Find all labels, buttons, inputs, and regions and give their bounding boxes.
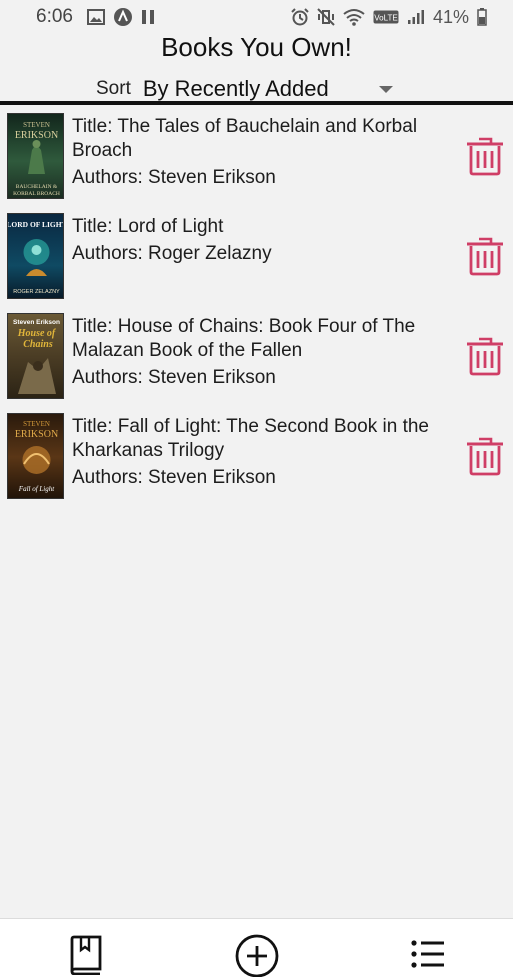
add-circle-icon — [235, 934, 279, 977]
image-icon — [86, 9, 105, 25]
book-info: Title: The Tales of Bauchelain and Korba… — [72, 115, 457, 190]
sort-label: Sort — [96, 78, 131, 99]
book-list-item[interactable]: STEVEN ERIKSON BAUCHELAIN & KORBAL BROAC… — [0, 110, 513, 210]
nav-list-button[interactable] — [411, 939, 445, 974]
vibrate-icon — [317, 8, 335, 26]
book-list-item[interactable]: STEVEN ERIKSON Fall of Light Title: Fall… — [0, 410, 513, 510]
book-cover-image: STEVEN ERIKSON Fall of Light — [7, 413, 64, 499]
app-a-icon — [113, 7, 133, 27]
svg-text:BAUCHELAIN &: BAUCHELAIN & — [16, 184, 58, 190]
svg-text:Fall of Light: Fall of Light — [18, 485, 55, 493]
book-title: Title: The Tales of Bauchelain and Korba… — [72, 116, 418, 161]
header-divider — [0, 101, 513, 105]
status-bar: 6:06 VoLTE 41% — [0, 0, 513, 34]
svg-text:Chains: Chains — [23, 339, 53, 350]
book-info: Title: House of Chains: Book Four of The… — [72, 315, 457, 390]
delete-book-button[interactable] — [466, 236, 504, 276]
svg-text:Steven Erikson: Steven Erikson — [13, 319, 60, 326]
book-info: Title: Lord of Light Authors: Roger Zela… — [72, 215, 457, 266]
book-title: Title: Fall of Light: The Second Book in… — [72, 416, 429, 461]
wifi-icon — [343, 8, 365, 26]
svg-text:House of: House of — [17, 328, 57, 339]
pause-icon — [141, 9, 155, 25]
status-right: VoLTE 41% — [291, 7, 487, 28]
book-info: Title: Fall of Light: The Second Book in… — [72, 415, 457, 490]
svg-text:LORD OF LIGHT: LORD OF LIGHT — [8, 220, 64, 229]
signal-icon — [407, 9, 425, 25]
svg-text:KORBAL BROACH: KORBAL BROACH — [13, 191, 60, 197]
book-cover-image: Steven Erikson House of Chains — [7, 313, 64, 399]
trash-icon — [467, 437, 503, 476]
book-authors: Authors: Steven Erikson — [72, 467, 276, 488]
trash-icon — [467, 337, 503, 376]
book-list-item[interactable]: LORD OF LIGHT ROGER ZELAZNY Title: Lord … — [0, 210, 513, 310]
book-authors: Authors: Roger Zelazny — [72, 243, 272, 264]
svg-text:ROGER ZELAZNY: ROGER ZELAZNY — [13, 289, 60, 295]
book-list: STEVEN ERIKSON BAUCHELAIN & KORBAL BROAC… — [0, 110, 513, 510]
status-time: 6:06 — [36, 6, 73, 27]
page-title: Books You Own! — [161, 32, 352, 62]
delete-book-button[interactable] — [466, 336, 504, 376]
caret-down-icon — [378, 85, 393, 93]
sort-row: Sort By Recently Added — [96, 74, 393, 104]
battery-percent: 41% — [432, 6, 469, 27]
alarm-icon — [291, 8, 309, 26]
book-icon — [70, 935, 102, 976]
book-title: Title: Lord of Light — [72, 216, 224, 237]
svg-text:ERIKSON: ERIKSON — [15, 130, 58, 141]
trash-icon — [467, 237, 503, 276]
book-authors: Authors: Steven Erikson — [72, 367, 276, 388]
delete-book-button[interactable] — [466, 136, 504, 176]
svg-text:STEVEN: STEVEN — [23, 121, 50, 129]
svg-text:ERIKSON: ERIKSON — [15, 429, 58, 440]
nav-library-button[interactable] — [69, 935, 103, 977]
nav-add-button[interactable] — [235, 934, 279, 977]
book-authors: Authors: Steven Erikson — [72, 167, 276, 188]
battery-icon — [477, 8, 487, 26]
sort-selected-value: By Recently Added — [142, 76, 329, 101]
sort-dropdown[interactable]: By Recently Added — [143, 76, 393, 102]
book-title: Title: House of Chains: Book Four of The… — [72, 316, 416, 361]
book-list-item[interactable]: Steven Erikson House of Chains Title: Ho… — [0, 310, 513, 410]
volte-icon: VoLTE — [373, 10, 399, 24]
book-cover-image: LORD OF LIGHT ROGER ZELAZNY — [7, 213, 64, 299]
svg-text:STEVEN: STEVEN — [23, 420, 50, 428]
status-left: 6:06 — [36, 6, 155, 28]
svg-text:VoLTE: VoLTE — [374, 14, 397, 23]
trash-icon — [467, 137, 503, 176]
book-cover-image: STEVEN ERIKSON BAUCHELAIN & KORBAL BROAC… — [7, 113, 64, 199]
delete-book-button[interactable] — [466, 436, 504, 476]
bottom-navigation — [0, 918, 513, 977]
list-icon — [411, 940, 444, 968]
